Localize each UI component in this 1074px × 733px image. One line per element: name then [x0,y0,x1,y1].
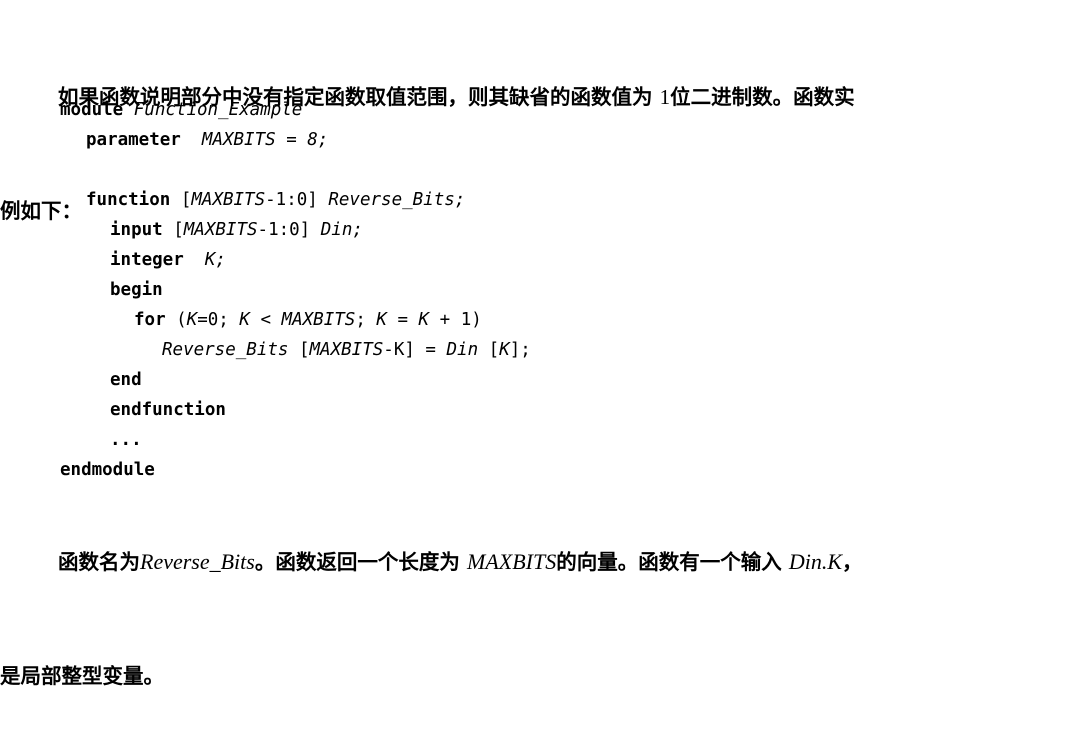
code-token-keyword: module [60,100,124,120]
code-token-identifier: 8; [307,130,329,150]
code-token-keyword: input [110,220,163,240]
line-begin: begin [0,275,1074,305]
code-token-identifier: K [239,310,250,330]
code-token-plain: ]; [509,340,531,360]
code-token-identifier: Reverse_Bits [162,340,289,360]
line-function: function [MAXBITS-1:0] Reverse_Bits; [0,185,1074,215]
code-token-identifier: K [499,340,510,360]
closing-paragraph: 函数名为Reverse_Bits。函数返回一个长度为 MAXBITS的向量。函数… [0,467,1074,733]
code-token-keyword: integer [110,250,184,270]
code-token-identifier: MAXBITS [309,340,384,360]
line-end: end [0,365,1074,395]
code-token-keyword: parameter [86,130,181,150]
code-token-identifier: MAXBITS = [201,130,308,150]
code-token-identifier: K; [204,250,226,270]
code-token-keyword: end [110,370,142,390]
code-token-plain: [ [478,340,500,360]
code-token-keyword: begin [110,280,163,300]
code-token-plain: = [386,310,419,330]
line-ellipsis: ... [0,425,1074,455]
closing-paragraph-line-2: 是局部整型变量。 [0,664,164,688]
closing-text-part-4: ， [842,550,863,574]
code-token-identifier: K [418,310,430,330]
code-token-keyword: function [86,190,171,210]
code-token-plain: [ [170,190,192,210]
line-assign: Reverse_Bits [MAXBITS-K] = Din [K]; [0,335,1074,365]
code-token-keyword: endfunction [110,400,226,420]
code-token-plain: [ [288,340,310,360]
closing-text-part-1: 函数名为 [58,550,140,574]
code-token-identifier: Reverse_Bits; [328,190,466,210]
code-token-plain: ( [165,310,187,330]
code-token-identifier: Din; [320,220,363,240]
verilog-code-block: module Function_Example parameter MAXBITS… [0,95,1074,485]
closing-text-part-2: 。函数返回一个长度为 [254,550,467,574]
maxbits-term: MAXBITS [467,549,557,574]
line-module: module Function_Example [0,95,1074,125]
code-token-identifier: MAXBITS [281,310,356,330]
code-token-plain: -1:0] [257,220,321,240]
closing-paragraph-line-1: 函数名为Reverse_Bits。函数返回一个长度为 MAXBITS的向量。函数… [0,543,1074,581]
line-integer: integer K; [0,245,1074,275]
code-token-identifier: K [186,310,198,330]
line-blank-1 [0,155,1074,185]
line-parameter: parameter MAXBITS = 8; [0,125,1074,155]
function-name-term: Reverse_Bits [140,549,255,574]
code-token-identifier: K [376,310,387,330]
din-k-term: Din.K [788,549,843,574]
code-token-plain: -1:0] [265,190,329,210]
closing-text-part-3: 的向量。函数有一个输入 [556,550,789,574]
line-input: input [MAXBITS-1:0] Din; [0,215,1074,245]
code-token-identifier: Din [446,340,479,360]
line-endfunction: endfunction [0,395,1074,425]
line-for: for (K=0; K < MAXBITS; K = K + 1) [0,305,1074,335]
code-token-keyword: for [134,310,166,330]
code-token-plain: < [249,310,282,330]
code-token-plain: [ [162,220,184,240]
code-token-keyword: ... [110,430,142,450]
code-token-identifier: Function_Example [133,100,303,120]
code-token-plain: + 1) [429,310,482,330]
code-token-plain: -K] = [383,340,447,360]
code-token-plain: =0; [197,310,240,330]
code-token-identifier: MAXBITS [191,190,266,210]
code-token-plain: ; [355,310,377,330]
code-token-identifier: MAXBITS [183,220,258,240]
